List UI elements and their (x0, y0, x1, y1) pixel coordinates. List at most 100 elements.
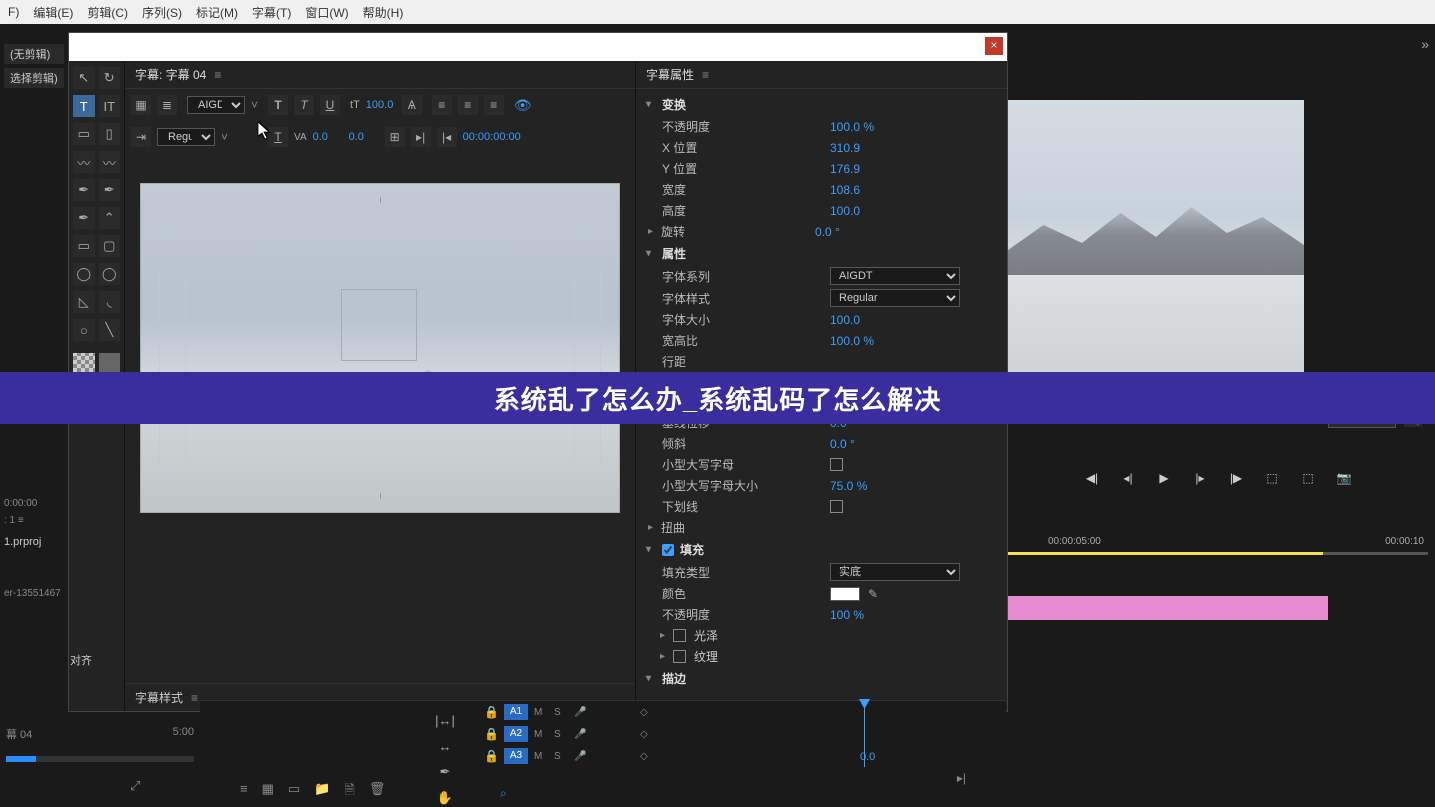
underline-icon-2[interactable]: T (268, 127, 288, 147)
titler-titlebar[interactable]: × (69, 33, 1007, 61)
fill-opacity-value[interactable]: 100 % (830, 608, 864, 622)
ellipse-tool[interactable]: ◯ (99, 263, 121, 285)
opacity-value[interactable]: 100.0 % (830, 120, 874, 134)
voice-icon[interactable]: 🎤 (574, 751, 588, 762)
fill-type-select[interactable]: 实底 (830, 563, 960, 581)
baseline-down-icon[interactable]: |◂ (437, 127, 457, 147)
selection-tool[interactable]: ↖ (73, 67, 95, 89)
video-clip[interactable] (1008, 596, 1328, 620)
font-select[interactable]: AIGDT (187, 96, 245, 114)
menu-title[interactable]: 字幕(T) (252, 4, 291, 21)
program-canvas[interactable] (1008, 100, 1304, 390)
lock-icon[interactable]: 🔒 (484, 727, 498, 741)
smallcaps-check[interactable] (830, 458, 843, 471)
new-bin-icon[interactable]: 📁 (314, 781, 330, 803)
menu-clip[interactable]: 剪辑(C) (87, 4, 128, 21)
track-tag-a3[interactable]: A3 (504, 748, 528, 764)
path-type-tool[interactable]: 〰 (73, 151, 95, 173)
voice-icon[interactable]: 🎤 (574, 707, 588, 718)
mute-btn[interactable]: M (534, 707, 548, 718)
slip-tool[interactable]: ↔ (435, 737, 455, 755)
menu-window[interactable]: 窗口(W) (305, 4, 348, 21)
section-transform[interactable]: ▾变换 (636, 93, 1007, 116)
new-item-icon[interactable]: 🗎 (344, 781, 354, 803)
export-frame-icon[interactable]: 📷 (1336, 470, 1352, 486)
align-right-icon[interactable]: ≡ (484, 95, 504, 115)
trash-icon[interactable]: 🗑 (369, 781, 386, 803)
track-tag-a2[interactable]: A2 (504, 726, 528, 742)
ellipse-tool-2[interactable]: ○ (73, 319, 95, 341)
voice-icon[interactable]: 🎤 (574, 729, 588, 740)
roll-crawl-icon[interactable]: ≣ (157, 95, 177, 115)
vertical-path-type-tool[interactable]: 〰 (99, 151, 121, 173)
step-fwd-icon[interactable]: |▸ (1192, 470, 1208, 486)
skip-icon[interactable]: ▸| (957, 771, 966, 785)
font-size-value[interactable]: 100.0 (366, 99, 396, 111)
fill-enable-check[interactable] (662, 544, 674, 556)
width-value[interactable]: 108.6 (830, 183, 860, 197)
hand-tool[interactable]: ✋ (435, 789, 455, 807)
rotate-tool[interactable]: ↻ (99, 67, 121, 89)
menu-file[interactable]: F) (8, 5, 19, 19)
font-style-select[interactable]: Regular (830, 289, 960, 307)
track-tag-a1[interactable]: A1 (504, 704, 528, 720)
mute-btn[interactable]: M (534, 751, 548, 762)
play-icon[interactable]: ▶ (1156, 470, 1172, 486)
close-icon[interactable]: × (985, 37, 1003, 55)
font-size-value-2[interactable]: 100.0 (830, 313, 860, 327)
freeform-view-icon[interactable]: ▭ (288, 781, 300, 803)
rounded-rect-tool[interactable]: ▢ (99, 235, 121, 257)
section-properties[interactable]: ▾属性 (636, 242, 1007, 265)
arc-tool[interactable]: ◟ (99, 291, 121, 313)
mute-btn[interactable]: M (534, 729, 548, 740)
wedge-tool[interactable]: ◺ (73, 291, 95, 313)
zoom-ratio[interactable]: : 1 ≡ (4, 515, 64, 526)
lock-icon[interactable]: 🔒 (484, 749, 498, 763)
ripple-tool[interactable]: |↔| (435, 711, 455, 729)
section-fill[interactable]: ▾填充 (636, 538, 1007, 561)
style-select[interactable]: Regular (157, 128, 215, 146)
title-canvas[interactable] (140, 183, 620, 513)
solo-btn[interactable]: S (554, 729, 568, 740)
font-family-select[interactable]: AIGDT (830, 267, 960, 285)
step-back-icon[interactable]: ◂| (1120, 470, 1136, 486)
vertical-type-tool[interactable]: IT (99, 95, 121, 117)
mark-in-icon[interactable]: ◀| (1084, 470, 1100, 486)
text-cursor-box[interactable] (341, 289, 417, 361)
clipped-rect-tool[interactable]: ◯ (73, 263, 95, 285)
type-tool[interactable]: T (73, 95, 95, 117)
align-left-icon[interactable]: ≡ (432, 95, 452, 115)
tab-icon[interactable]: ⇥ (131, 127, 151, 147)
snap-icon[interactable]: ⌕ (500, 786, 507, 801)
pen-tool[interactable]: ✒ (73, 179, 95, 201)
line-tool[interactable]: ╲ (99, 319, 121, 341)
project-file[interactable]: 1.prproj (4, 536, 64, 548)
keyframe-icon[interactable]: ◇ (640, 729, 654, 740)
smallcaps-size-value[interactable]: 75.0 % (830, 479, 867, 493)
pen-tool-2[interactable]: ✒ (435, 763, 455, 781)
template-icon[interactable]: ▦ (131, 95, 151, 115)
delete-anchor-tool[interactable]: ✒ (73, 207, 95, 229)
underline-check[interactable] (830, 500, 843, 513)
keyframe-icon[interactable]: ◇ (640, 751, 654, 762)
rectangle-tool[interactable]: ▭ (73, 235, 95, 257)
area-type-tool[interactable]: ▭ (73, 123, 95, 145)
eyedropper-icon[interactable]: ✎ (868, 587, 882, 601)
x-value[interactable]: 310.9 (830, 141, 860, 155)
height-value[interactable]: 100.0 (830, 204, 860, 218)
add-anchor-tool[interactable]: ✒ (99, 179, 121, 201)
baseline-up-icon[interactable]: ▸| (411, 127, 431, 147)
italic-icon[interactable]: T (294, 95, 314, 115)
styles-menu-icon[interactable]: ≡ (191, 691, 198, 705)
solo-btn[interactable]: S (554, 707, 568, 718)
convert-anchor-tool[interactable]: ⌃ (99, 207, 121, 229)
sheen-check[interactable] (673, 629, 686, 642)
icon-view-icon[interactable]: ▦ (262, 781, 274, 803)
panel-menu-icon[interactable]: ≡ (214, 68, 221, 82)
slant-value[interactable]: 0.0 ° (830, 437, 855, 451)
distort-label[interactable]: 扭曲 (661, 519, 807, 536)
kerning-value[interactable]: 0.0 (313, 131, 343, 143)
overflow-icon[interactable]: » (1421, 36, 1429, 52)
rotation-value[interactable]: 0.0 ° (815, 225, 840, 239)
lift-icon[interactable]: ⬚ (1264, 470, 1280, 486)
